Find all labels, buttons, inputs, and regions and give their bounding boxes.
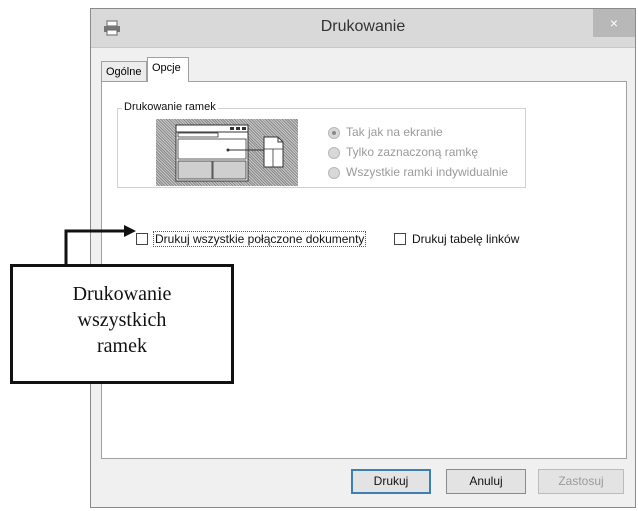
annotation-callout: Drukowanie wszystkich ramek [10, 264, 234, 384]
tab-options[interactable]: Opcje [147, 57, 189, 82]
arrow-head-icon [124, 225, 136, 237]
callout-line: wszystkich [77, 309, 167, 331]
callout-line: ramek [97, 335, 147, 357]
annotation-arrow [64, 225, 136, 264]
callout-line: Drukowanie [72, 283, 172, 305]
